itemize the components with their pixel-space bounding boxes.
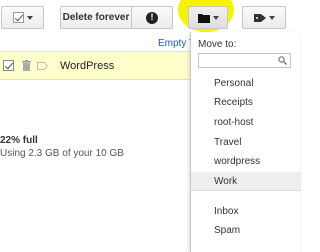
quota-percent: 22% full <box>0 135 38 146</box>
move-to-menu: Move to: Personal Receipts root-host Tra… <box>190 32 301 252</box>
search-icon <box>278 56 287 65</box>
quota-usage: Using 2.3 GB of your 10 GB <box>0 148 124 159</box>
row-sender: WordPress <box>60 60 115 72</box>
checkbox-icon <box>12 12 24 23</box>
labels-button[interactable] <box>242 6 286 29</box>
menu-item-spam[interactable]: Spam <box>191 221 301 239</box>
menu-item-inbox[interactable]: Inbox <box>191 202 301 220</box>
menu-item-root-host[interactable]: root-host <box>191 113 301 131</box>
trash-icon[interactable] <box>22 60 31 71</box>
menu-item-wordpress[interactable]: wordpress <box>191 152 301 170</box>
menu-divider <box>191 190 301 191</box>
menu-item-travel[interactable]: Travel <box>191 133 301 151</box>
folder-icon <box>197 13 210 23</box>
spam-icon: ! <box>146 11 158 24</box>
delete-forever-button[interactable]: Delete forever <box>60 6 131 29</box>
importance-marker-icon[interactable] <box>37 62 48 70</box>
chevron-down-icon <box>268 15 275 20</box>
report-spam-button[interactable]: ! <box>131 6 173 29</box>
menu-item-receipts[interactable]: Receipts <box>191 93 301 111</box>
toolbar: Delete forever ! <box>0 0 300 33</box>
menu-item-work[interactable]: Work <box>191 172 301 190</box>
menu-search-input[interactable] <box>198 53 291 68</box>
menu-item-personal[interactable]: Personal <box>191 74 301 92</box>
label-tag-icon <box>253 13 266 22</box>
chevron-down-icon <box>212 15 219 20</box>
select-all-button[interactable] <box>1 6 44 29</box>
chevron-down-icon <box>26 15 33 20</box>
row-checkbox[interactable] <box>3 60 14 71</box>
move-to-button[interactable] <box>188 6 228 29</box>
menu-title: Move to: <box>198 39 237 50</box>
